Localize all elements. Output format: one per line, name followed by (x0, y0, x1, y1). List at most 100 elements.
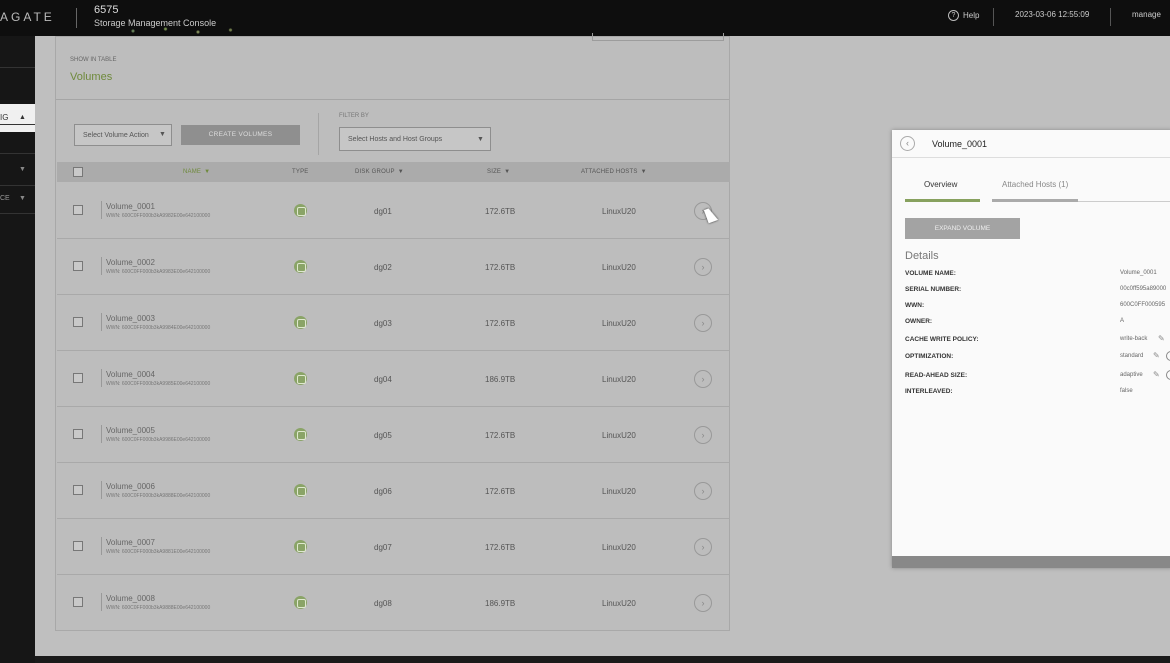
volume-wwn: WWN: 600C0FF000b3kA9888E00e642100000 (106, 493, 211, 499)
edit-pencil-icon[interactable]: ✎ (1158, 334, 1165, 343)
table-row[interactable]: Volume_0003 WWN: 600C0FF000b3kA9984E00e6… (57, 295, 730, 351)
disk-group: dg03 (374, 319, 392, 328)
info-icon[interactable] (1166, 351, 1170, 361)
row-checkbox[interactable] (73, 541, 83, 551)
sort-icon: ▼ (397, 169, 404, 175)
row-details-button[interactable]: › (694, 594, 712, 612)
volume-type-icon (294, 484, 307, 497)
hosts-filter-select[interactable]: Select Hosts and Host Groups ▼ (339, 127, 491, 151)
table-row[interactable]: Volume_0006 WWN: 600C0FF000b3kA9888E00e6… (57, 463, 730, 519)
attached-host: LinuxU20 (602, 431, 636, 440)
chevron-down-icon: ▼ (19, 195, 26, 202)
column-attached-hosts[interactable]: ATTACHED HOSTS ▼ (581, 169, 647, 175)
user-menu[interactable]: manage (1132, 10, 1161, 19)
column-name[interactable]: NAME ▼ (183, 169, 210, 175)
volume-name: Volume_0008 (106, 594, 155, 603)
volume-wwn: WWN: 600C0FF000b3kA9983E00e642100000 (106, 269, 211, 275)
column-type[interactable]: TYPE (292, 169, 308, 175)
attached-host: LinuxU20 (602, 319, 636, 328)
column-size[interactable]: SIZE ▼ (487, 169, 510, 175)
volume-name: Volume_0001 (106, 202, 155, 211)
chevron-up-icon: ▲ (19, 114, 26, 121)
back-button[interactable]: ‹ (900, 136, 915, 151)
volume-action-select[interactable]: Select Volume Action ▼ (74, 124, 172, 146)
volume-type-icon (294, 596, 307, 609)
table-row[interactable]: Volume_0007 WWN: 600C0FF000b3kA9881E00e6… (57, 519, 730, 575)
name-bar (101, 369, 102, 387)
volume-name: Volume_0003 (106, 314, 155, 323)
row-checkbox[interactable] (73, 597, 83, 607)
table-row[interactable]: Volume_0002 WWN: 600C0FF000b3kA9983E00e6… (57, 239, 730, 295)
search-box-edge[interactable] (592, 33, 724, 41)
header-divider (993, 8, 994, 26)
volume-size: 172.6TB (485, 543, 516, 552)
chevron-down-icon: ▼ (19, 166, 26, 173)
datetime: 2023-03-06 12:55:09 (1015, 10, 1090, 19)
nav-divider (0, 153, 35, 154)
create-volumes-button[interactable]: CREATE VOLUMES (181, 125, 300, 145)
property-label: INTERLEAVED: (905, 388, 953, 395)
table-header: NAME ▼ TYPE DISK GROUP ▼ SIZE ▼ ATTACHED HO… (57, 162, 730, 182)
row-details-button[interactable]: › (694, 426, 712, 444)
help-link[interactable]: ? Help (948, 10, 979, 21)
property-label: SERIAL NUMBER: (905, 286, 962, 293)
property-value: standard (1120, 353, 1144, 359)
caret-down-icon: ▼ (477, 136, 484, 143)
volume-name: Volume_0007 (106, 538, 155, 547)
name-bar (101, 481, 102, 499)
volume-type-icon (294, 316, 307, 329)
row-details-button[interactable]: › (694, 258, 712, 276)
row-checkbox[interactable] (73, 205, 83, 215)
help-icon: ? (948, 10, 959, 21)
row-details-button[interactable]: › (694, 538, 712, 556)
attached-host: LinuxU20 (602, 487, 636, 496)
attached-host: LinuxU20 (602, 599, 636, 608)
expand-volume-button[interactable]: EXPAND VOLUME (905, 218, 1020, 239)
table-row[interactable]: Volume_0004 WWN: 600C0FF000b3kA9985E00e6… (57, 351, 730, 407)
table-row[interactable]: Volume_0005 WWN: 600C0FF000b3kA9986E00e6… (57, 407, 730, 463)
row-checkbox[interactable] (73, 485, 83, 495)
sort-icon: ▼ (640, 169, 647, 175)
panel-footer (892, 556, 1170, 568)
row-checkbox[interactable] (73, 429, 83, 439)
nav-item-active[interactable]: IG ▲ (0, 104, 35, 132)
name-bar (101, 257, 102, 275)
property-value: Volume_0001 (1120, 270, 1157, 276)
row-checkbox[interactable] (73, 373, 83, 383)
header-decoration (120, 26, 250, 36)
row-checkbox[interactable] (73, 261, 83, 271)
attached-host: LinuxU20 (602, 543, 636, 552)
tab-overview-indicator (905, 199, 980, 202)
help-label: Help (963, 11, 980, 20)
nav-item-2[interactable]: CE ▼ (0, 195, 35, 202)
row-details-button[interactable]: › (694, 314, 712, 332)
volume-size: 172.6TB (485, 207, 516, 216)
select-all-checkbox[interactable] (73, 167, 83, 177)
row-checkbox[interactable] (73, 317, 83, 327)
table-row[interactable]: Volume_0008 WWN: 600C0FF000b3kA9888E00e6… (57, 575, 730, 631)
property-label: VOLUME NAME: (905, 270, 956, 277)
filter-by-label: FILTER BY (339, 113, 369, 119)
volume-wwn: WWN: 600C0FF000b3kA9982E00e642100000 (106, 213, 211, 219)
column-disk-group[interactable]: DISK GROUP ▼ (355, 169, 404, 175)
tab-baseline (1078, 201, 1170, 202)
volume-name: Volume_0005 (106, 426, 155, 435)
sort-icon: ▼ (204, 169, 211, 175)
row-details-button[interactable]: › (694, 370, 712, 388)
show-in-table-label: SHOW IN TABLE (70, 57, 117, 63)
volume-name: Volume_0002 (106, 258, 155, 267)
edit-pencil-icon[interactable]: ✎ (1153, 351, 1160, 360)
name-bar (101, 593, 102, 611)
name-bar (101, 201, 102, 219)
info-icon[interactable] (1166, 370, 1170, 380)
page-title[interactable]: Volumes (70, 71, 112, 83)
edit-pencil-icon[interactable]: ✎ (1153, 370, 1160, 379)
row-details-button[interactable]: › (694, 482, 712, 500)
property-label: OPTIMIZATION: (905, 353, 954, 360)
table-row[interactable]: Volume_0001 WWN: 600C0FF000b3kA9982E00e6… (57, 183, 730, 239)
tab-attached-hosts[interactable]: Attached Hosts (1) (1002, 180, 1068, 189)
caret-down-icon: ▼ (159, 131, 166, 138)
brand-divider (76, 8, 77, 28)
volume-type-icon (294, 372, 307, 385)
tab-overview[interactable]: Overview (924, 180, 957, 189)
